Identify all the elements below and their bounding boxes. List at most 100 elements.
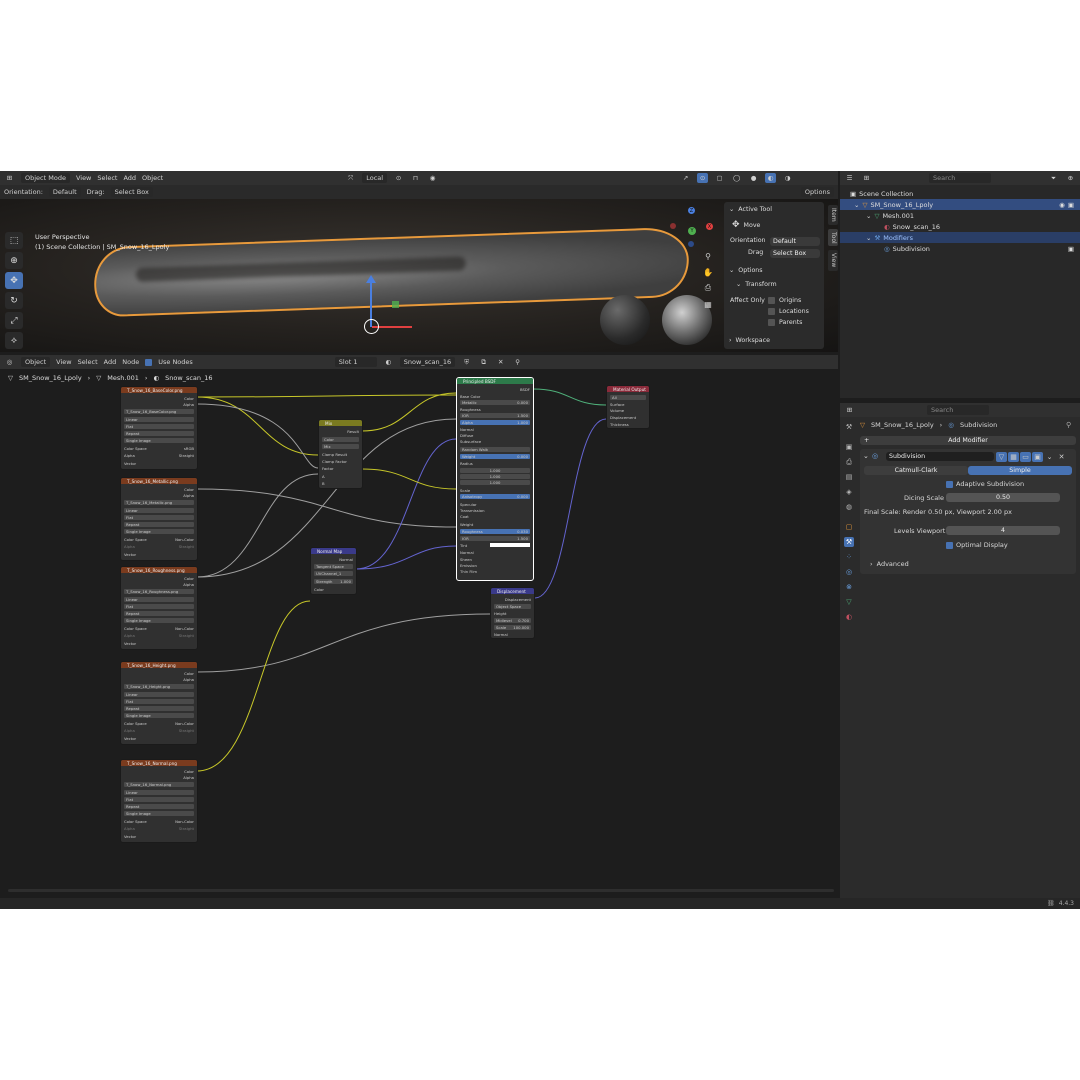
modifier-name-field[interactable]: Subdivision: [886, 452, 994, 461]
mode-dropdown[interactable]: Object Mode: [21, 173, 70, 183]
physics-tab-icon[interactable]: ◎: [844, 567, 854, 577]
midlevel-value[interactable]: 0.700: [518, 618, 529, 623]
world-tab-icon[interactable]: ◍: [844, 502, 854, 512]
outliner-row-object[interactable]: ⌄ ▽ SM_Snow_16_Lpoly ◉ ▣: [840, 199, 1080, 210]
source-field[interactable]: Single Image: [124, 617, 194, 623]
optimal-display-checkbox[interactable]: [946, 541, 953, 549]
gizmo-toggle-icon[interactable]: ↗: [680, 173, 691, 183]
alpha-mode-value[interactable]: Straight: [179, 728, 194, 733]
alpha-mode-value[interactable]: Straight: [179, 633, 194, 638]
tab-view[interactable]: View: [828, 250, 838, 271]
node-editor-type-icon[interactable]: ◎: [4, 357, 15, 367]
clamp-factor-checkbox[interactable]: Clamp Factor: [322, 458, 359, 464]
clamp-result-checkbox[interactable]: Clamp Result: [322, 451, 359, 457]
color-space-value[interactable]: Non-Color: [175, 819, 194, 824]
uv-map-field[interactable]: UVChannel_1: [314, 570, 353, 576]
simple-button[interactable]: Simple: [968, 466, 1072, 475]
space-field[interactable]: Object Space: [494, 603, 531, 609]
scale-tool-icon[interactable]: ⤢: [5, 312, 23, 329]
view-layer-tab-icon[interactable]: ▤: [844, 472, 854, 482]
output-tab-icon[interactable]: ⎙: [844, 457, 854, 467]
pan-hand-icon[interactable]: ✋: [703, 267, 713, 277]
ior-value[interactable]: 1.500: [517, 413, 528, 418]
color-space-value[interactable]: sRGB: [184, 446, 194, 451]
mix-node[interactable]: Mix Result Color Mix Clamp Result Clamp …: [318, 419, 363, 489]
extension-field[interactable]: Repeat: [124, 705, 194, 711]
node-menu-add[interactable]: Add: [104, 358, 117, 366]
shader-type-dropdown[interactable]: Object: [21, 357, 51, 367]
projection-field[interactable]: Flat: [124, 514, 194, 520]
image-texture-roughness-node[interactable]: T_Snow_16_Roughness.png Color Alpha T_Sn…: [120, 566, 198, 650]
data-type-field[interactable]: Color: [322, 436, 359, 442]
alpha-mode-value[interactable]: Straight: [179, 544, 194, 549]
levels-viewport-field[interactable]: 4: [946, 526, 1060, 535]
material-tab-icon[interactable]: ◐: [844, 612, 854, 622]
panel-coat[interactable]: Coat: [460, 513, 530, 519]
projection-field[interactable]: Flat: [124, 603, 194, 609]
interpolation-field[interactable]: Linear: [124, 416, 194, 422]
nav-x-icon[interactable]: X: [706, 223, 713, 230]
image-field[interactable]: T_Snow_16_BaseColor.png: [124, 408, 194, 414]
cage-toggle-icon[interactable]: ▦: [1008, 452, 1019, 462]
select-box-tool-icon[interactable]: ⬚: [5, 232, 23, 249]
strength-value[interactable]: 1.000: [340, 579, 351, 584]
optimal-display-row[interactable]: Optimal Display: [946, 541, 1008, 549]
node-editor-canvas[interactable]: ▽ SM_Snow_16_Lpoly › ▽ Mesh.001 › ◐ Snow_scan…: [0, 369, 838, 898]
particles-tab-icon[interactable]: ⁘: [844, 552, 854, 562]
outliner-row-mesh[interactable]: ⌄ ▽ Mesh.001: [840, 210, 1080, 221]
modifier-menu-icon[interactable]: ⌄: [1044, 452, 1055, 462]
add-modifier-button[interactable]: + Add Modifier: [860, 436, 1076, 445]
options-button[interactable]: Options: [800, 187, 834, 197]
interpolation-field[interactable]: Linear: [124, 596, 194, 602]
tab-tool[interactable]: Tool: [828, 228, 838, 247]
node-menu-node[interactable]: Node: [122, 358, 139, 366]
color-space-value[interactable]: Non-Color: [175, 626, 194, 631]
render-toggle-icon[interactable]: ▣: [1032, 452, 1043, 462]
cursor-tool-icon[interactable]: ⊕: [5, 252, 23, 269]
proportional-edit-icon[interactable]: ◉: [427, 173, 438, 183]
shading-render-icon[interactable]: ◑: [782, 173, 793, 183]
projection-field[interactable]: Flat: [124, 423, 194, 429]
fake-user-icon[interactable]: ⛨: [461, 357, 472, 367]
options-header[interactable]: ⌄ Options: [729, 267, 763, 274]
panel-subsurface[interactable]: Subsurface: [460, 438, 530, 444]
unlink-material-icon[interactable]: ✕: [495, 357, 506, 367]
duplicate-material-icon[interactable]: ⧉: [478, 357, 489, 367]
displacement-node[interactable]: Displacement Displacement Object Space H…: [490, 587, 535, 639]
use-nodes-checkbox[interactable]: [145, 358, 153, 366]
source-field[interactable]: Single Image: [124, 528, 194, 534]
drag-field[interactable]: Select Box: [770, 249, 820, 258]
menu-select[interactable]: Select: [97, 174, 117, 182]
constraints-tab-icon[interactable]: ⊗: [844, 582, 854, 592]
perspective-toggle-icon[interactable]: ▦: [703, 299, 713, 309]
nav-neg-z-icon[interactable]: [688, 241, 694, 247]
new-collection-icon[interactable]: ⊕: [1065, 173, 1076, 183]
nav-z-icon[interactable]: Z: [688, 207, 695, 214]
space-field[interactable]: Tangent Space: [314, 563, 353, 569]
principled-bsdf-node[interactable]: Principled BSDF BSDF Base Color Metallic…: [456, 377, 534, 581]
subsurface-weight-value[interactable]: 0.000: [517, 454, 528, 459]
object-tab-icon[interactable]: ▢: [844, 522, 854, 532]
metallic-value[interactable]: 0.000: [517, 400, 528, 405]
menu-object[interactable]: Object: [142, 174, 163, 182]
alpha-mode-value[interactable]: Straight: [179, 826, 194, 831]
editor-type-icon[interactable]: ⊞: [4, 173, 15, 183]
rotate-tool-icon[interactable]: ↻: [5, 292, 23, 309]
source-field[interactable]: Single Image: [124, 810, 194, 816]
horizontal-scrollbar[interactable]: [8, 889, 834, 892]
dicing-scale-field[interactable]: 0.50: [946, 493, 1060, 502]
properties-search-input[interactable]: Search: [927, 405, 989, 415]
camera-view-icon[interactable]: ⎙: [703, 283, 713, 293]
visibility-eye-icon[interactable]: ◉: [1059, 201, 1065, 209]
outliner-row-scene-collection[interactable]: ▣ Scene Collection: [840, 188, 1080, 199]
tool-tab-icon[interactable]: ⚒: [844, 422, 854, 432]
alpha-mode-value[interactable]: Straight: [179, 453, 194, 458]
nav-y-icon[interactable]: Y: [688, 227, 696, 235]
nav-neg-x-icon[interactable]: [670, 223, 676, 229]
extension-field[interactable]: Repeat: [124, 803, 194, 809]
interpolation-field[interactable]: Linear: [124, 691, 194, 697]
projection-field[interactable]: Flat: [124, 796, 194, 802]
remove-modifier-icon[interactable]: ✕: [1056, 452, 1067, 462]
zoom-icon[interactable]: ⚲: [703, 251, 713, 261]
filter-icon[interactable]: ⏷: [1048, 173, 1059, 183]
